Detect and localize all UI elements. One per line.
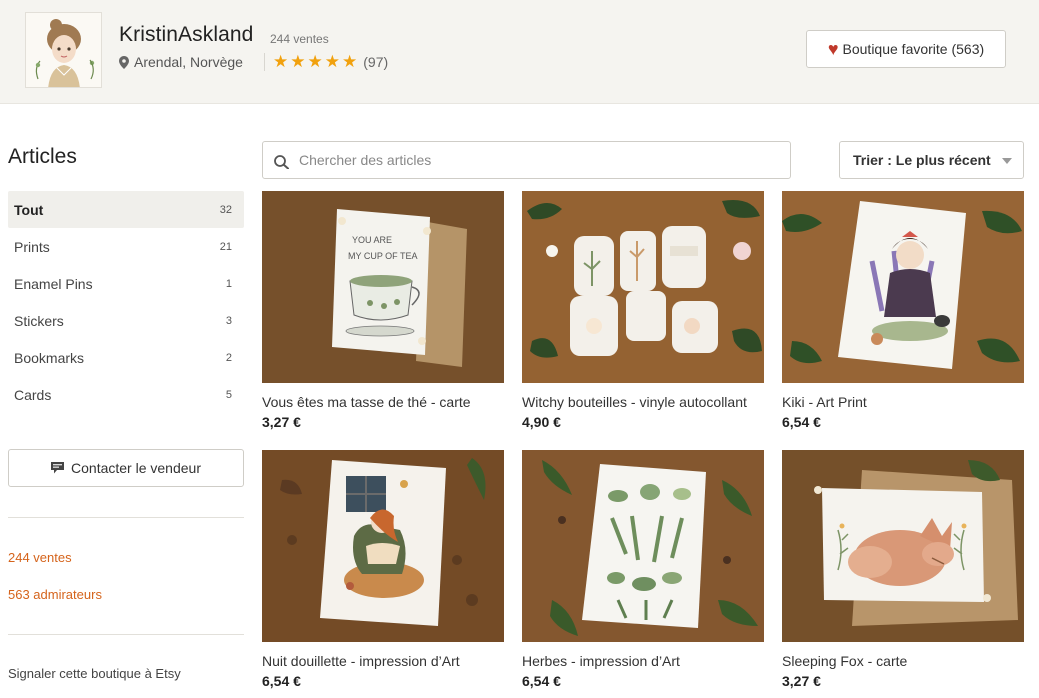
- listing-title[interactable]: Herbes - impression d’Art: [522, 653, 764, 669]
- listing-card[interactable]: Herbes - impression d’Art 6,54 €: [522, 450, 764, 689]
- category-count: 1: [225, 277, 232, 290]
- svg-text:MY CUP OF TEA: MY CUP OF TEA: [348, 251, 418, 261]
- caret-down-icon: [1002, 158, 1012, 164]
- listing-price: 6,54 €: [782, 414, 821, 430]
- listing-price: 3,27 €: [782, 673, 821, 689]
- listing-image-sleeping-fox[interactable]: [782, 450, 1024, 642]
- shop-sales-count: 244 ventes: [270, 32, 329, 46]
- shop-rating[interactable]: ★ ★ ★ ★ ★ (97): [273, 53, 388, 70]
- listing-title[interactable]: Sleeping Fox - carte: [782, 653, 1024, 669]
- svg-text:YOU ARE: YOU ARE: [352, 235, 392, 245]
- contact-seller-button[interactable]: Contacter le vendeur: [8, 449, 244, 487]
- rating-count: (97): [363, 53, 389, 70]
- listing-price: 3,27 €: [262, 414, 301, 430]
- sort-select[interactable]: Trier : Le plus récent: [839, 141, 1024, 179]
- listing-card[interactable]: Sleeping Fox - carte 3,27 €: [782, 450, 1024, 689]
- header-divider: [264, 53, 265, 71]
- category-count: 5: [225, 388, 232, 401]
- shop-header: KristinAskland 244 ventes Arendal, Norvè…: [0, 0, 1039, 104]
- favorite-shop-button[interactable]: ♥ Boutique favorite (563): [806, 30, 1006, 68]
- listing-image-witchy-stickers[interactable]: [522, 191, 764, 383]
- listing-image-cozy-night[interactable]: [262, 450, 504, 642]
- listing-price: 6,54 €: [262, 673, 301, 689]
- heart-icon: ♥: [827, 39, 839, 59]
- shop-name[interactable]: KristinAskland: [119, 23, 253, 47]
- category-item-cards[interactable]: Cards 5: [8, 376, 244, 413]
- category-count: 21: [219, 240, 232, 253]
- map-pin-icon: [119, 55, 129, 69]
- category-count: 2: [225, 351, 232, 364]
- category-item-enamel-pins[interactable]: Enamel Pins 1: [8, 265, 244, 302]
- listing-price: 6,54 €: [522, 673, 561, 689]
- listing-image-kiki-print[interactable]: [782, 191, 1024, 383]
- admirers-link[interactable]: 563 admirateurs: [8, 587, 102, 602]
- sidebar-divider: [8, 517, 244, 518]
- category-label: Enamel Pins: [14, 275, 93, 292]
- listing-title[interactable]: Nuit douillette - impression d’Art: [262, 653, 504, 669]
- message-icon: [51, 462, 65, 474]
- category-item-bookmarks[interactable]: Bookmarks 2: [8, 339, 244, 376]
- contact-seller-label: Contacter le vendeur: [71, 460, 201, 476]
- section-title: Articles: [8, 145, 77, 168]
- search-box[interactable]: [262, 141, 791, 179]
- sort-label: Trier : Le plus récent: [853, 152, 991, 168]
- star-icon: ★: [290, 52, 306, 71]
- category-count: 3: [225, 314, 232, 327]
- sidebar-divider: [8, 634, 244, 635]
- listing-image-herbs[interactable]: [522, 450, 764, 642]
- category-label: Bookmarks: [14, 349, 85, 366]
- search-icon: [274, 155, 289, 169]
- category-label: Tout: [14, 201, 44, 218]
- star-icon: ★: [307, 52, 323, 71]
- listing-card[interactable]: Nuit douillette - impression d’Art 6,54 …: [262, 450, 504, 689]
- listing-image-tea-card[interactable]: YOU ARE MY CUP OF TEA: [262, 191, 504, 383]
- star-icon: ★: [273, 52, 289, 71]
- listing-title[interactable]: Witchy bouteilles - vinyle autocollant: [522, 394, 764, 410]
- listing-card[interactable]: Kiki - Art Print 6,54 €: [782, 191, 1024, 430]
- star-icon: ★: [342, 52, 358, 71]
- shop-avatar[interactable]: [25, 12, 102, 88]
- sales-link[interactable]: 244 ventes: [8, 550, 72, 565]
- listing-title[interactable]: Kiki - Art Print: [782, 394, 1024, 410]
- shop-avatar-illustration: [26, 13, 101, 87]
- listing-card[interactable]: YOU ARE MY CUP OF TEA Vous êtes ma tasse…: [262, 191, 504, 430]
- report-shop-link[interactable]: Signaler cette boutique à Etsy: [8, 666, 181, 681]
- listing-card[interactable]: Witchy bouteilles - vinyle autocollant 4…: [522, 191, 764, 430]
- category-label: Cards: [14, 386, 52, 403]
- category-item-prints[interactable]: Prints 21: [8, 228, 244, 265]
- category-list: Tout 32 Prints 21 Enamel Pins 1 Stickers…: [8, 191, 244, 413]
- category-label: Stickers: [14, 312, 64, 329]
- favorite-shop-label: Boutique favorite (563): [842, 41, 985, 57]
- category-count: 32: [219, 203, 232, 216]
- search-input[interactable]: [299, 152, 779, 168]
- category-item-tout[interactable]: Tout 32: [8, 191, 244, 228]
- category-item-stickers[interactable]: Stickers 3: [8, 302, 244, 339]
- shop-location-text: Arendal, Norvège: [134, 54, 243, 70]
- star-icon: ★: [324, 52, 340, 71]
- shop-location: Arendal, Norvège: [119, 54, 243, 70]
- category-label: Prints: [14, 238, 50, 255]
- listing-title[interactable]: Vous êtes ma tasse de thé - carte: [262, 394, 504, 410]
- listing-price: 4,90 €: [522, 414, 561, 430]
